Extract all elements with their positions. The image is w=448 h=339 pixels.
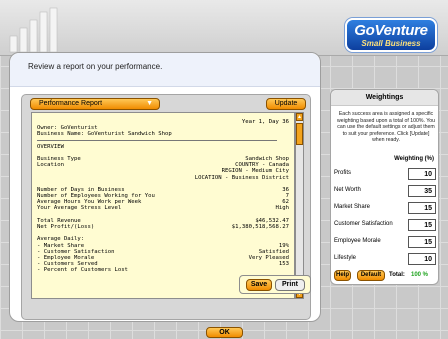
weight-label: Market Share	[334, 204, 371, 210]
help-button[interactable]: Help	[334, 270, 351, 281]
report-label: - Percent of Customers Lost	[37, 267, 128, 274]
weight-input-net-worth[interactable]	[408, 185, 436, 197]
weight-row-employee-morale: Employee Morale	[334, 236, 437, 248]
report-value: 153	[278, 261, 289, 268]
weight-label: Lifestyle	[334, 255, 357, 261]
logo-main-text: GoVenture	[354, 22, 428, 39]
header-band: GoVenture Small Business	[0, 0, 448, 56]
save-button[interactable]: Save	[246, 279, 272, 291]
print-button[interactable]: Print	[275, 279, 305, 291]
weight-input-customer-satisfaction[interactable]	[408, 219, 436, 231]
weightings-title-bar: Weightings	[331, 90, 438, 106]
weighting-column-heading: Weighting (%)	[394, 156, 434, 162]
weight-label: Customer Satisfaction	[334, 221, 393, 227]
report-text: Year 1, Day 36 Owner: GoVenturist Busine…	[37, 119, 289, 274]
weight-row-lifestyle: Lifestyle	[334, 253, 437, 265]
report-panel: Review a report on your performance. Per…	[9, 52, 321, 322]
business-name-line: Business Name: GoVenturist Sandwich Shop	[37, 131, 172, 138]
weight-row-market-share: Market Share	[334, 202, 437, 214]
total-value: 100 %	[411, 272, 429, 278]
weight-row-net-worth: Net Worth	[334, 185, 437, 197]
total-label: Total:	[389, 272, 405, 278]
scroll-thumb[interactable]	[296, 123, 303, 145]
report-document: Year 1, Day 36 Owner: GoVenturist Busine…	[31, 112, 295, 299]
weightings-title: Weightings	[365, 94, 404, 101]
weight-input-market-share[interactable]	[408, 202, 436, 214]
report-date: Year 1, Day 36	[241, 119, 289, 125]
weight-row-customer-satisfaction: Customer Satisfaction	[334, 219, 437, 231]
weight-input-employee-morale[interactable]	[408, 236, 436, 248]
weight-label: Net Worth	[334, 187, 361, 193]
weightings-panel: Weightings Each success area is assigned…	[330, 89, 439, 285]
dropdown-caret-icon: ▼	[146, 100, 153, 107]
update-button[interactable]: Update	[266, 98, 306, 110]
report-value: LOCATION - Business District	[194, 174, 289, 181]
report-line: Business Name: GoVenturist Sandwich Shop	[37, 131, 289, 137]
save-print-group: Save Print	[239, 275, 311, 294]
report-label: Net Profit/(Loss)	[37, 224, 95, 230]
instruction-text: Review a report on your performance.	[28, 62, 163, 71]
weight-input-lifestyle[interactable]	[408, 253, 436, 265]
logo-sub-text: Small Business	[361, 39, 421, 48]
instruction-bar: Review a report on your performance.	[10, 53, 320, 87]
weight-input-profits[interactable]	[408, 168, 436, 180]
weight-label: Employee Morale	[334, 238, 381, 244]
report-separator	[37, 139, 277, 141]
weight-label: Profits	[334, 170, 352, 176]
report-type-select[interactable]: Performance Report ▼	[30, 98, 160, 110]
ok-button[interactable]: OK	[206, 327, 243, 338]
bar-chart-decoration-icon	[9, 7, 58, 53]
report-line: - Percent of Customers Lost	[37, 267, 289, 273]
goventure-logo: GoVenture Small Business	[345, 18, 437, 52]
report-value: High	[275, 205, 289, 212]
weight-row-profits: Profits	[334, 168, 437, 180]
report-label: Your Average Stress Level	[37, 205, 122, 212]
weightings-description: Each success area is assigned a specific…	[336, 111, 436, 143]
report-scrollbar[interactable]: ▲ ▼	[295, 112, 304, 299]
report-label: Location	[37, 162, 64, 169]
report-type-label: Performance Report	[39, 100, 103, 107]
default-button[interactable]: Default	[357, 270, 385, 281]
report-value: $1,380,518,568.27	[231, 224, 289, 230]
scroll-up-arrow-icon[interactable]: ▲	[296, 113, 303, 121]
overview-title: OVERVIEW	[37, 143, 64, 150]
